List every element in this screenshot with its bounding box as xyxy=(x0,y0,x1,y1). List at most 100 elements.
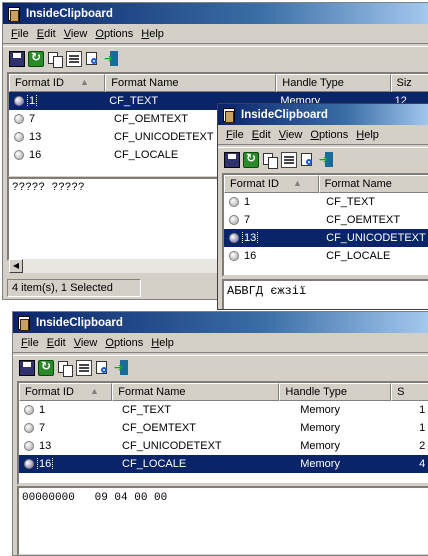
menu-file[interactable]: File xyxy=(21,337,39,349)
column-header-size[interactable]: S xyxy=(391,383,428,401)
format-id: 1 xyxy=(243,196,251,208)
list-header: Format ID▲ Format Name Handle Type Siz xyxy=(9,74,428,92)
refresh-icon[interactable] xyxy=(28,51,44,67)
clipboard-format-icon xyxy=(14,96,24,106)
save-icon[interactable] xyxy=(224,152,240,168)
handle-type: Memory xyxy=(296,458,415,470)
refresh-icon[interactable] xyxy=(243,152,259,168)
menu-view[interactable]: View xyxy=(74,337,98,349)
clipboard-format-icon xyxy=(14,114,24,124)
list-header: Format ID▲ Format Name xyxy=(224,175,428,193)
format-name: CF_LOCALE xyxy=(118,458,296,470)
column-header-size[interactable]: Siz xyxy=(391,74,428,92)
size: 4 xyxy=(415,458,428,470)
content-preview[interactable]: 00000000 09 04 00 00 xyxy=(17,486,428,556)
view-icon[interactable] xyxy=(95,360,111,376)
toolbar xyxy=(13,356,428,380)
title-bar[interactable]: InsideClipboard xyxy=(13,312,428,333)
handle-type: Memory xyxy=(296,440,415,452)
table-row[interactable]: 13 CF_UNICODETEXT xyxy=(224,229,428,247)
sort-arrow-icon: ▲ xyxy=(90,386,99,396)
properties-icon[interactable] xyxy=(66,51,82,67)
window-title: InsideClipboard xyxy=(36,317,123,329)
properties-icon[interactable] xyxy=(76,360,92,376)
menu-bar: File Edit View Options Help xyxy=(3,24,428,43)
menu-options[interactable]: Options xyxy=(95,28,133,40)
menu-view[interactable]: View xyxy=(64,28,88,40)
clipboard-icon xyxy=(17,316,31,330)
clipboard-format-icon xyxy=(24,405,34,415)
format-id: 7 xyxy=(38,422,46,434)
format-name: CF_TEXT xyxy=(118,404,296,416)
handle-type: Memory xyxy=(296,404,415,416)
column-header-format-name[interactable]: Format Name xyxy=(112,383,279,401)
sort-arrow-icon: ▲ xyxy=(80,77,89,87)
save-icon[interactable] xyxy=(19,360,35,376)
format-name: CF_UNICODETEXT xyxy=(322,232,428,244)
table-row[interactable]: 7 CF_OEMTEXT xyxy=(224,211,428,229)
menu-options[interactable]: Options xyxy=(105,337,143,349)
exit-icon[interactable] xyxy=(319,152,335,168)
menu-help[interactable]: Help xyxy=(141,28,164,40)
format-name: CF_OEMTEXT xyxy=(322,214,428,226)
scroll-left-icon[interactable]: ◀ xyxy=(9,259,23,273)
content-preview[interactable]: АБВГД єжзії xyxy=(222,279,428,310)
column-header-format-id[interactable]: Format ID▲ xyxy=(9,74,105,92)
menu-edit[interactable]: Edit xyxy=(37,28,56,40)
table-row[interactable]: 1 CF_TEXT xyxy=(224,193,428,211)
table-row[interactable]: 16 CF_LOCALE Memory 4 xyxy=(19,455,428,473)
clipboard-format-icon xyxy=(14,150,24,160)
copy-icon[interactable] xyxy=(47,51,63,67)
format-id: 16 xyxy=(28,149,42,161)
column-header-format-id[interactable]: Format ID▲ xyxy=(19,383,112,401)
format-name: CF_UNICODETEXT xyxy=(118,440,296,452)
copy-icon[interactable] xyxy=(262,152,278,168)
copy-icon[interactable] xyxy=(57,360,73,376)
clipboard-format-icon xyxy=(24,459,34,469)
clipboard-format-icon xyxy=(14,132,24,142)
menu-file[interactable]: File xyxy=(226,129,244,141)
column-header-format-name[interactable]: Format Name xyxy=(319,175,428,193)
menu-edit[interactable]: Edit xyxy=(252,129,271,141)
table-row[interactable]: 16 CF_LOCALE xyxy=(224,247,428,265)
handle-type: Memory xyxy=(296,422,415,434)
format-list: Format ID▲ Format Name 1 CF_TEXT 7 CF_OE… xyxy=(222,173,428,277)
column-header-format-name[interactable]: Format Name xyxy=(105,74,276,92)
format-id: 1 xyxy=(38,404,46,416)
size: 2 xyxy=(415,440,428,452)
table-row[interactable]: 13 CF_UNICODETEXT Memory 2 xyxy=(19,437,428,455)
table-row[interactable]: 7 CF_OEMTEXT Memory 1 xyxy=(19,419,428,437)
sort-arrow-icon: ▲ xyxy=(293,178,302,188)
column-header-format-id[interactable]: Format ID▲ xyxy=(224,175,319,193)
menu-options[interactable]: Options xyxy=(310,129,348,141)
window-insideclipboard-3: InsideClipboard File Edit View Options H… xyxy=(12,311,428,556)
clipboard-format-icon xyxy=(229,251,239,261)
column-header-handle-type[interactable]: Handle Type xyxy=(276,74,390,92)
view-icon[interactable] xyxy=(300,152,316,168)
toolbar xyxy=(218,148,428,172)
table-row[interactable]: 1 CF_TEXT Memory 1 xyxy=(19,401,428,419)
exit-icon[interactable] xyxy=(114,360,130,376)
format-name: CF_OEMTEXT xyxy=(118,422,296,434)
column-header-handle-type[interactable]: Handle Type xyxy=(279,383,391,401)
properties-icon[interactable] xyxy=(281,152,297,168)
title-bar[interactable]: InsideClipboard xyxy=(3,3,428,24)
menu-file[interactable]: File xyxy=(11,28,29,40)
menu-edit[interactable]: Edit xyxy=(47,337,66,349)
title-bar[interactable]: InsideClipboard xyxy=(218,104,428,125)
window-insideclipboard-2: InsideClipboard File Edit View Options H… xyxy=(217,103,428,310)
format-id: 7 xyxy=(243,214,251,226)
menu-view[interactable]: View xyxy=(279,129,303,141)
format-name: CF_LOCALE xyxy=(322,250,428,262)
save-icon[interactable] xyxy=(9,51,25,67)
refresh-icon[interactable] xyxy=(38,360,54,376)
format-id: 16 xyxy=(243,250,257,262)
window-title: InsideClipboard xyxy=(26,8,113,20)
menu-help[interactable]: Help xyxy=(151,337,174,349)
format-id: 16 xyxy=(38,458,52,470)
view-icon[interactable] xyxy=(85,51,101,67)
window-title: InsideClipboard xyxy=(241,109,328,121)
exit-icon[interactable] xyxy=(104,51,120,67)
clipboard-format-icon xyxy=(229,215,239,225)
menu-help[interactable]: Help xyxy=(356,129,379,141)
